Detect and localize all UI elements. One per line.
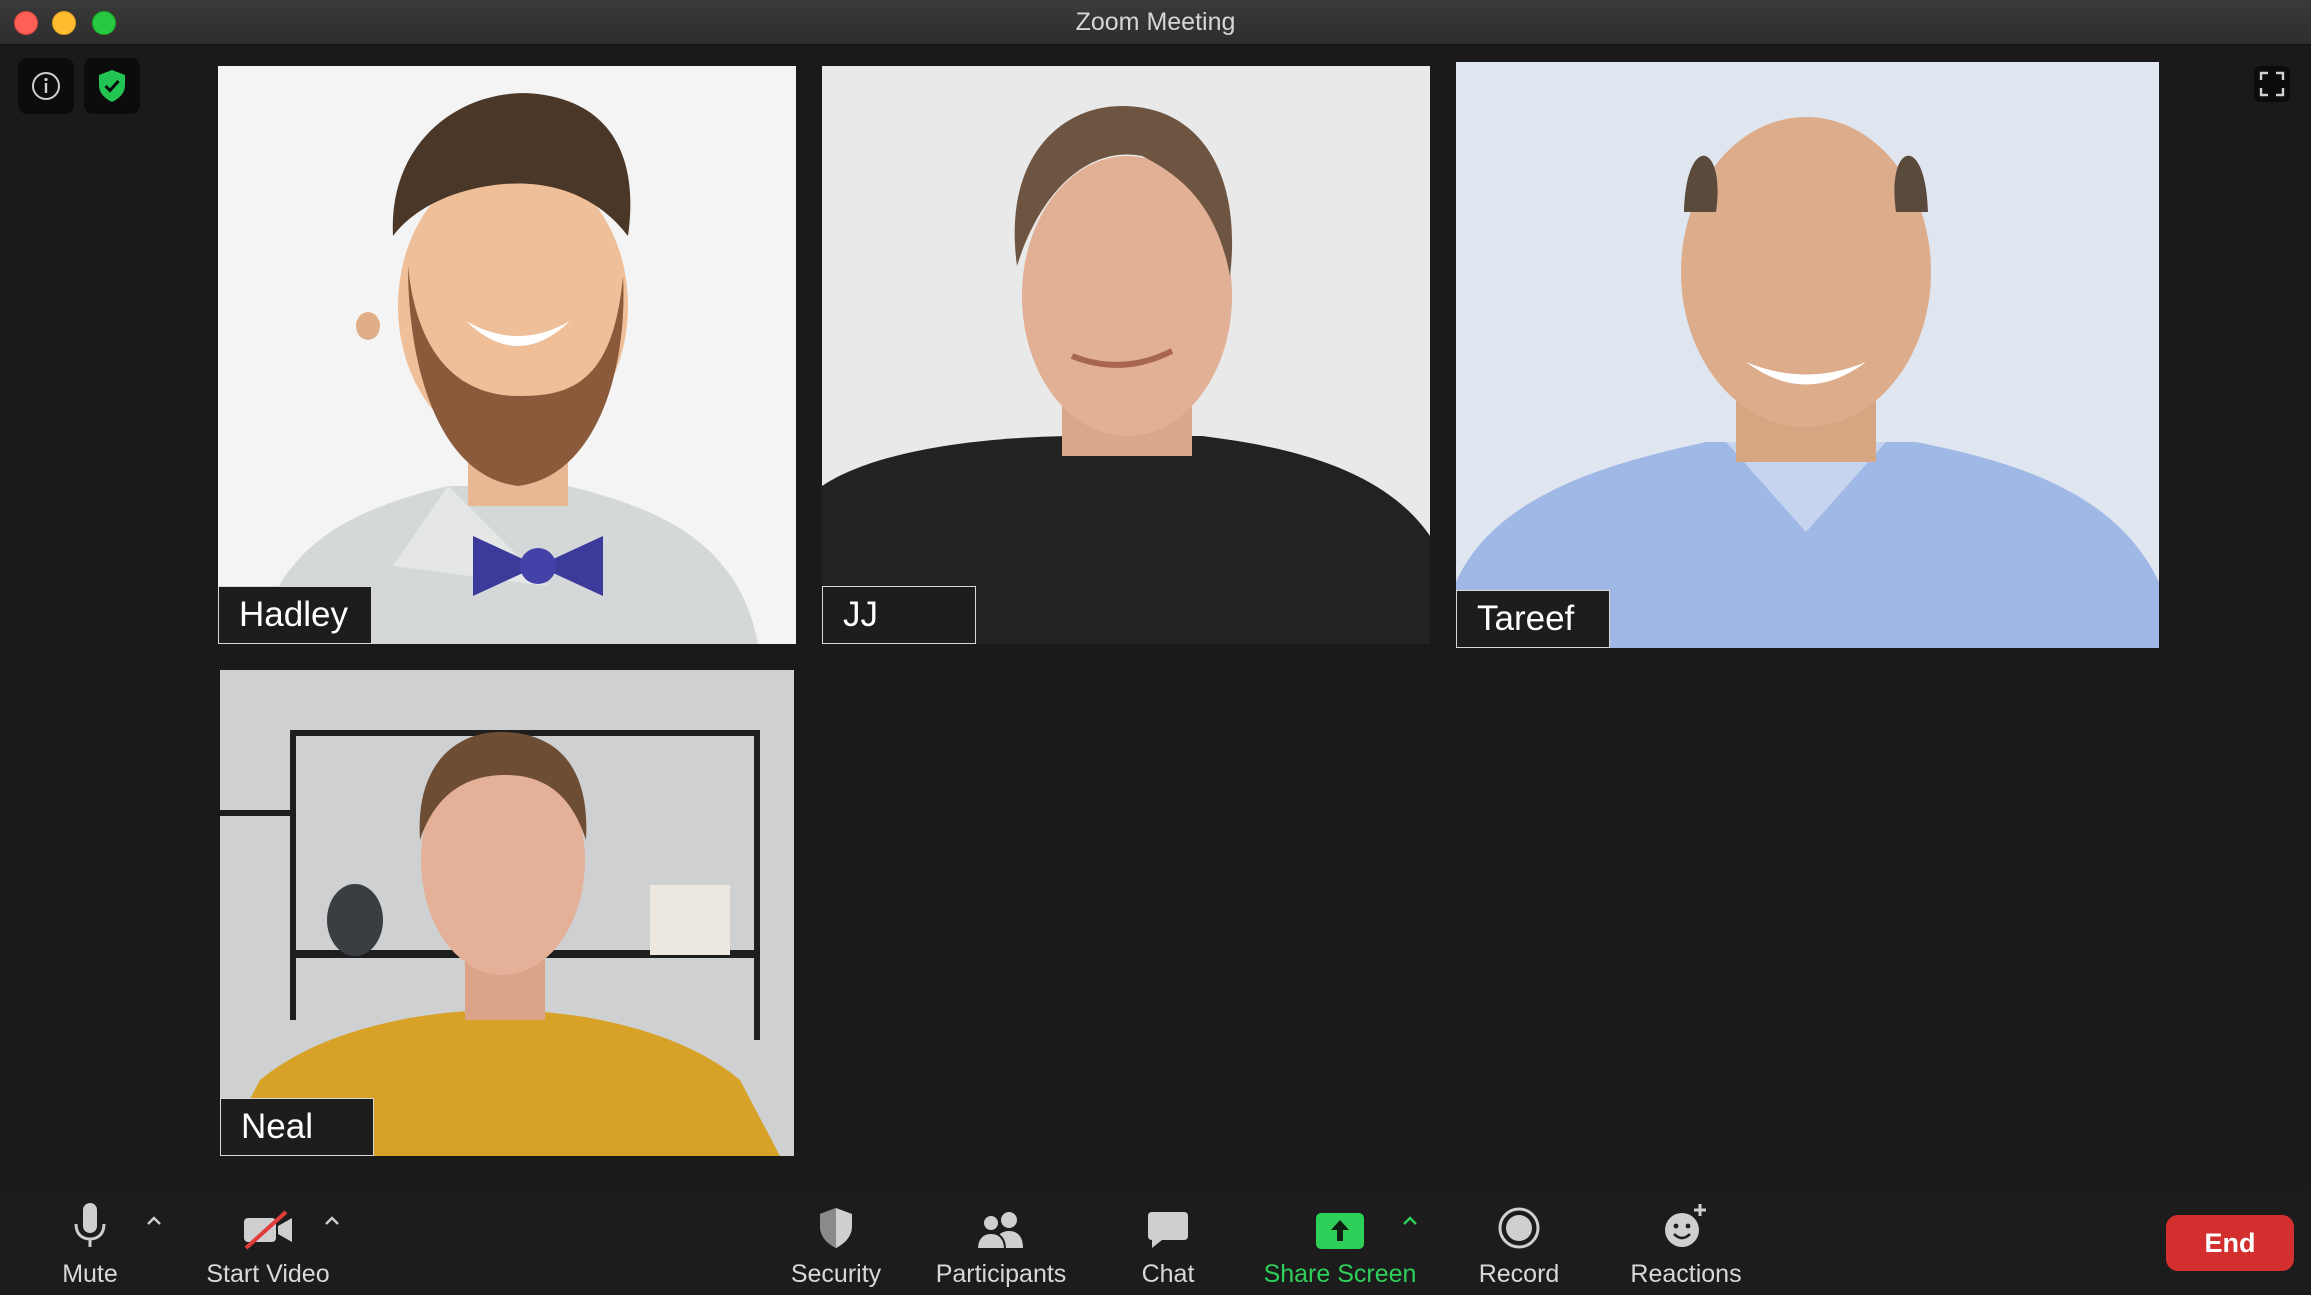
mute-button[interactable]: Mute <box>40 1199 140 1289</box>
share-screen-button[interactable]: Share Screen <box>1262 1199 1418 1289</box>
mute-label: Mute <box>62 1260 118 1288</box>
record-icon <box>1498 1207 1540 1249</box>
security-button[interactable]: Security <box>776 1199 896 1289</box>
meeting-info-button[interactable] <box>18 58 74 114</box>
microphone-icon <box>74 1203 106 1247</box>
chat-icon <box>1148 1212 1188 1248</box>
reactions-icon <box>1665 1204 1706 1247</box>
reactions-label: Reactions <box>1630 1260 1742 1288</box>
record-button[interactable]: Record <box>1469 1199 1569 1289</box>
name-tag-tareef: Tareef <box>1456 590 1610 648</box>
video-tile-jj[interactable]: JJ <box>822 66 1430 644</box>
share-screen-icon <box>1316 1213 1364 1249</box>
video-tile-hadley[interactable]: Hadley <box>218 66 796 644</box>
chat-button[interactable]: Chat <box>1118 1199 1218 1289</box>
chat-label: Chat <box>1141 1260 1195 1288</box>
share-options-caret-icon[interactable] <box>1399 1210 1421 1232</box>
name-tag-neal: Neal <box>220 1098 374 1156</box>
encryption-badge[interactable] <box>84 58 140 114</box>
start-video-button[interactable]: Start Video <box>200 1199 336 1289</box>
video-off-icon <box>244 1210 292 1250</box>
security-shield-icon <box>820 1208 852 1248</box>
participant-video-neal <box>220 670 794 1156</box>
security-label: Security <box>790 1260 882 1288</box>
name-tag-hadley: Hadley <box>218 586 372 644</box>
video-tile-tareef[interactable]: Tareef <box>1456 62 2159 648</box>
share-screen-label: Share Screen <box>1263 1260 1417 1288</box>
title-bar: Zoom Meeting <box>0 0 2311 45</box>
name-tag-jj: JJ <box>822 586 976 644</box>
info-icon <box>32 72 60 100</box>
encryption-shield-icon <box>99 70 125 102</box>
video-options-caret-icon[interactable] <box>321 1210 343 1232</box>
window-title: Zoom Meeting <box>1075 8 1236 36</box>
participant-video-jj <box>822 66 1430 644</box>
participants-button[interactable]: Participants <box>926 1199 1076 1289</box>
reactions-button[interactable]: Reactions <box>1621 1199 1751 1289</box>
audio-options-caret-icon[interactable] <box>143 1210 165 1232</box>
video-tile-neal[interactable]: Neal <box>220 670 794 1156</box>
participant-video-hadley <box>218 66 796 644</box>
fullscreen-button[interactable] <box>2254 66 2290 102</box>
participants-label: Participants <box>935 1260 1067 1288</box>
end-meeting-button[interactable]: End <box>2166 1215 2294 1271</box>
start-video-label: Start Video <box>206 1260 330 1288</box>
participants-icon <box>975 1212 1023 1250</box>
participant-video-tareef <box>1456 62 2159 648</box>
fullscreen-icon <box>2259 71 2285 97</box>
record-label: Record <box>1478 1260 1560 1288</box>
